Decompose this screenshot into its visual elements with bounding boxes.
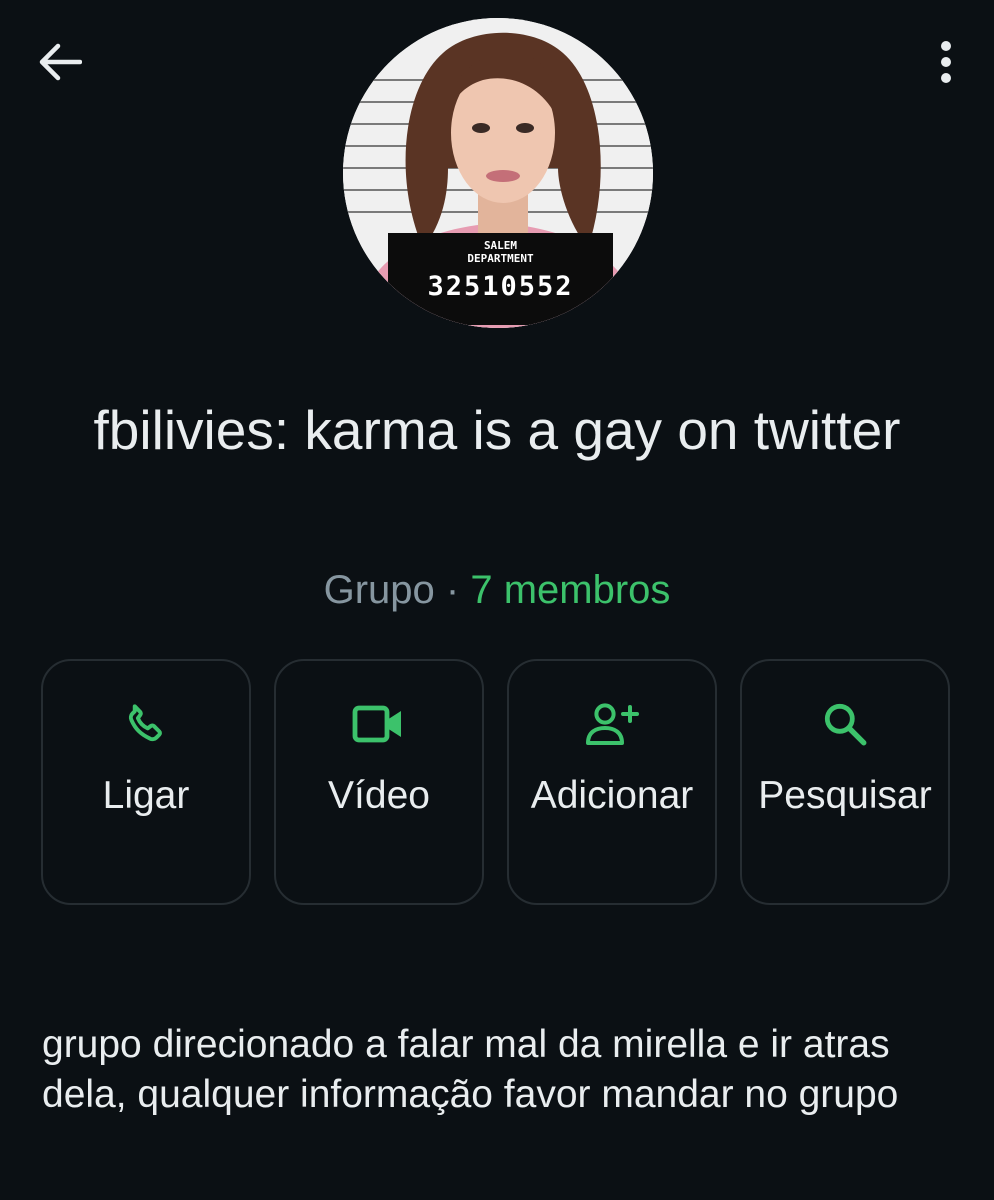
subtitle-separator: · <box>445 568 460 612</box>
video-label: Vídeo <box>328 774 430 817</box>
add-member-button[interactable]: Adicionar <box>507 659 717 905</box>
search-icon <box>824 703 867 746</box>
placard-line-2: DEPARTMENT <box>467 252 534 265</box>
add-member-label: Adicionar <box>530 774 694 817</box>
action-buttons: Ligar Vídeo Adicionar Pesquisar <box>41 659 953 907</box>
member-count[interactable]: 7 membros <box>470 568 670 612</box>
arrow-left-icon <box>39 43 82 81</box>
back-button[interactable] <box>28 30 92 94</box>
placard-line-1: SALEM <box>483 239 518 252</box>
placard-number: 32510552 <box>427 271 574 302</box>
add-person-icon <box>586 703 639 745</box>
group-subtitle: Grupo · 7 membros <box>0 562 994 618</box>
search-button[interactable]: Pesquisar <box>740 659 950 905</box>
group-name[interactable]: fbilivies: karma is a gay on twitter <box>60 392 934 468</box>
avatar-placard: SALEM DEPARTMENT 32510552 <box>388 240 613 305</box>
group-description[interactable]: grupo direcionado a falar mal da mirella… <box>42 1020 962 1120</box>
call-label: Ligar <box>102 774 190 817</box>
video-icon <box>352 705 401 743</box>
video-button[interactable]: Vídeo <box>274 659 484 905</box>
search-label: Pesquisar <box>758 774 932 817</box>
more-vertical-icon <box>941 41 951 83</box>
phone-icon <box>128 704 162 742</box>
more-options-button[interactable] <box>926 30 966 94</box>
group-type: Grupo <box>323 568 435 612</box>
call-button[interactable]: Ligar <box>41 659 251 905</box>
group-avatar[interactable]: SALEM DEPARTMENT 32510552 <box>343 18 653 328</box>
